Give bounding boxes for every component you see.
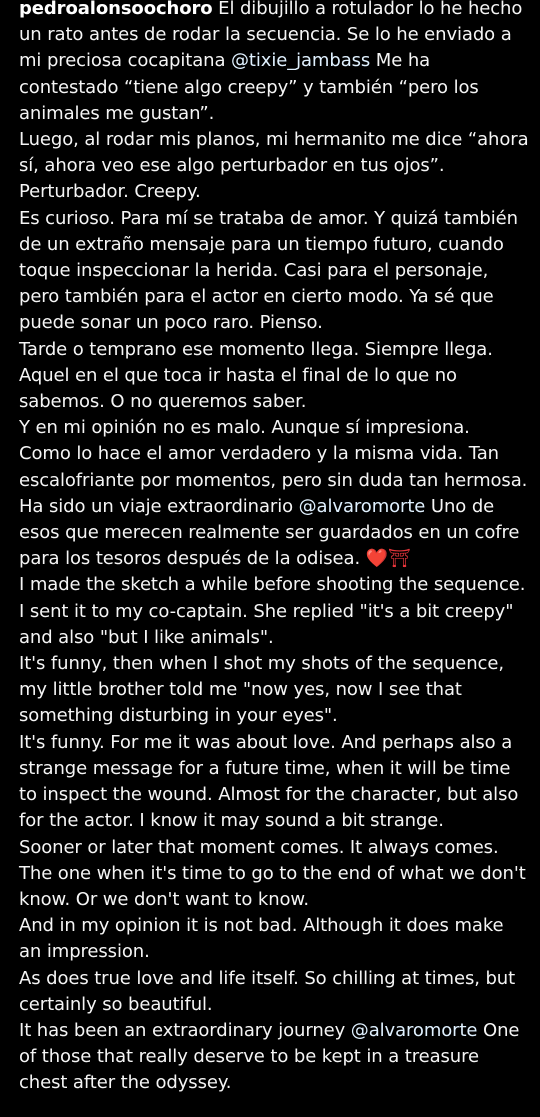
caption-body: pedroalonsoochoro El dibujillo a rotulad… bbox=[19, 0, 531, 1097]
caption-paragraph: It has been an extraordinary journey @al… bbox=[19, 1018, 531, 1097]
caption-paragraph: Sooner or later that moment comes. It al… bbox=[19, 835, 531, 914]
caption-paragraph: It's funny, then when I shot my shots of… bbox=[19, 651, 531, 730]
mention-link[interactable]: @alvaromorte bbox=[351, 1020, 478, 1041]
mention-link[interactable]: @alvaromorte bbox=[299, 496, 426, 517]
mention-link[interactable]: @tixie_jambass bbox=[231, 50, 370, 71]
caption-paragraph: It's funny. For me it was about love. An… bbox=[19, 730, 531, 835]
red-heart-emoji-icon: ❤️ bbox=[365, 548, 388, 570]
caption-paragraph: Tarde o temprano ese momento llega. Siem… bbox=[19, 337, 531, 416]
caption-text: Como lo hace el amor verdadero y la mism… bbox=[19, 443, 528, 491]
caption-text: Sooner or later that moment comes. It al… bbox=[19, 836, 526, 910]
caption-paragraph: pedroalonsoochoro El dibujillo a rotulad… bbox=[19, 0, 531, 127]
caption-text: Y en mi opinión no es malo. Aunque sí im… bbox=[19, 417, 470, 439]
post-caption: pedroalonsoochoro El dibujillo a rotulad… bbox=[19, 0, 531, 1097]
caption-paragraph: Ha sido un viaje extraordinario @alvarom… bbox=[19, 494, 531, 573]
torii-gate-emoji-icon: ⛩ bbox=[388, 548, 411, 570]
caption-paragraph: Perturbador. Creepy. bbox=[19, 179, 531, 205]
caption-text: And in my opinion it is not bad. Althoug… bbox=[19, 915, 504, 963]
caption-paragraph: And in my opinion it is not bad. Althoug… bbox=[19, 913, 531, 965]
instagram-caption-screen: { "post": { "username": "pedroalonsoocho… bbox=[0, 0, 540, 1117]
caption-text: It has been an extraordinary journey bbox=[19, 1019, 351, 1041]
caption-paragraph: Como lo hace el amor verdadero y la mism… bbox=[19, 441, 531, 493]
caption-paragraph: Y en mi opinión no es malo. Aunque sí im… bbox=[19, 415, 531, 441]
caption-paragraph: Es curioso. Para mí se trataba de amor. … bbox=[19, 206, 531, 337]
caption-text: I made the sketch a while before shootin… bbox=[19, 574, 526, 648]
caption-paragraph: Luego, al rodar mis planos, mi hermanito… bbox=[19, 127, 531, 179]
caption-text: As does true love and life itself. So ch… bbox=[19, 967, 516, 1015]
caption-text: Perturbador. Creepy. bbox=[19, 181, 201, 203]
caption-text: It's funny. For me it was about love. An… bbox=[19, 731, 519, 832]
caption-text: Luego, al rodar mis planos, mi hermanito… bbox=[19, 129, 529, 177]
caption-text: Es curioso. Para mí se trataba de amor. … bbox=[19, 207, 518, 334]
caption-paragraph: As does true love and life itself. So ch… bbox=[19, 966, 531, 1018]
caption-text: Tarde o temprano ese momento llega. Siem… bbox=[19, 338, 493, 413]
caption-text: Ha sido un viaje extraordinario bbox=[19, 495, 299, 517]
caption-text: It's funny, then when I shot my shots of… bbox=[19, 653, 504, 727]
username-link[interactable]: pedroalonsoochoro bbox=[19, 0, 213, 19]
caption-paragraph: I made the sketch a while before shootin… bbox=[19, 572, 531, 651]
